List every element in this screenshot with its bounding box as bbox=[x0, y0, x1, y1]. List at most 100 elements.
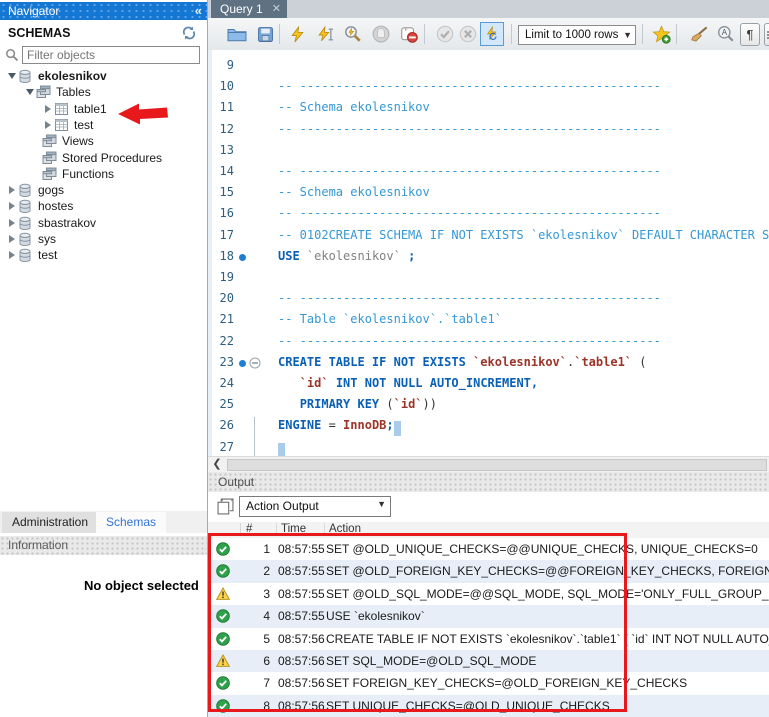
code-line[interactable]: 17-- 0102CREATE SCHEMA IF NOT EXISTS `ek… bbox=[208, 228, 769, 245]
code-line[interactable]: 21-- Table `ekolesnikov`.`table1` bbox=[208, 312, 769, 329]
code-line[interactable]: 13 bbox=[208, 143, 769, 160]
explain-button[interactable] bbox=[340, 21, 366, 47]
toggle-stop-on-error-button[interactable] bbox=[396, 21, 422, 47]
code-line[interactable]: 25 PRIMARY KEY (`id`)) bbox=[208, 397, 769, 414]
save-button[interactable] bbox=[252, 21, 278, 47]
expand-arrow-icon[interactable] bbox=[24, 89, 36, 95]
open-file-button[interactable] bbox=[224, 21, 250, 47]
execute-button[interactable] bbox=[284, 21, 310, 47]
rollback-button[interactable] bbox=[455, 21, 481, 47]
code-line[interactable]: 24 `id` INT NOT NULL AUTO_INCREMENT, bbox=[208, 376, 769, 393]
close-icon[interactable]: ✕ bbox=[272, 0, 281, 18]
tree-item-sys[interactable]: sys bbox=[0, 231, 213, 247]
code-line[interactable]: 20-- -----------------------------------… bbox=[208, 291, 769, 308]
output-row[interactable]: 108:57:55SET @OLD_UNIQUE_CHECKS=@@UNIQUE… bbox=[208, 538, 769, 560]
refresh-schemas-icon[interactable] bbox=[181, 25, 197, 41]
row-time: 08:57:56 bbox=[278, 654, 325, 668]
output-row[interactable]: 408:57:55USE `ekolesnikov` bbox=[208, 605, 769, 627]
code-line[interactable]: 18USE `ekolesnikov` ; bbox=[208, 249, 769, 266]
collapse-panel-icon[interactable]: « bbox=[195, 2, 202, 20]
output-row[interactable]: 308:57:55SET @OLD_SQL_MODE=@@SQL_MODE, S… bbox=[208, 583, 769, 605]
tree-item-gogs[interactable]: gogs bbox=[0, 182, 213, 198]
output-row[interactable]: 708:57:56SET FOREIGN_KEY_CHECKS=@OLD_FOR… bbox=[208, 672, 769, 694]
line-number: 20 bbox=[208, 291, 234, 305]
toolbar-separator bbox=[642, 24, 643, 44]
sql-editor-toolbar: Limit to 1000 rows ▼ A ¶ bbox=[208, 18, 769, 51]
code-line[interactable]: 14-- -----------------------------------… bbox=[208, 164, 769, 181]
tree-item-label: test bbox=[35, 248, 57, 262]
expand-arrow-icon[interactable] bbox=[6, 219, 18, 227]
query-tab-label: Query 1 bbox=[220, 2, 263, 16]
code-text: -- Table `ekolesnikov`.`table1` bbox=[278, 312, 502, 326]
code-text: -- -------------------------------------… bbox=[278, 206, 661, 220]
statement-marker-icon bbox=[239, 360, 246, 367]
filter-objects-input[interactable] bbox=[22, 46, 200, 64]
expand-arrow-icon[interactable] bbox=[6, 186, 18, 194]
tree-item-ekolesnikov[interactable]: ekolesnikov bbox=[0, 68, 213, 84]
code-line[interactable]: 12-- -----------------------------------… bbox=[208, 122, 769, 139]
code-line[interactable]: 11-- Schema ekolesnikov bbox=[208, 100, 769, 117]
expand-arrow-icon[interactable] bbox=[6, 73, 18, 79]
tab-schemas[interactable]: Schemas bbox=[96, 512, 166, 533]
tree-item-sbastrakov[interactable]: sbastrakov bbox=[0, 215, 213, 231]
show-invisibles-button[interactable]: ¶ bbox=[740, 23, 760, 46]
tree-item-label: sys bbox=[35, 232, 56, 246]
output-view-selector[interactable]: Action Output ▼ bbox=[239, 496, 391, 517]
expand-arrow-icon[interactable] bbox=[6, 235, 18, 243]
code-text: CREATE TABLE IF NOT EXISTS `ekolesnikov`… bbox=[278, 355, 646, 369]
code-line[interactable]: 16-- -----------------------------------… bbox=[208, 206, 769, 223]
column-time[interactable]: Time bbox=[281, 523, 306, 535]
code-line[interactable]: 27 bbox=[208, 440, 769, 456]
expand-arrow-icon[interactable] bbox=[42, 105, 54, 113]
scrollbar-thumb[interactable] bbox=[227, 459, 767, 471]
tree-item-hostes[interactable]: hostes bbox=[0, 198, 213, 214]
column-number[interactable]: # bbox=[246, 523, 252, 535]
code-text: -- 0102CREATE SCHEMA IF NOT EXISTS `ekol… bbox=[278, 228, 769, 242]
column-divider bbox=[240, 523, 241, 536]
success-icon bbox=[216, 699, 230, 713]
row-time: 08:57:55 bbox=[278, 542, 325, 556]
editor-horizontal-scrollbar[interactable]: ❮ bbox=[208, 456, 769, 473]
code-line[interactable]: 10-- -----------------------------------… bbox=[208, 79, 769, 96]
output-grid-header: # Time Action bbox=[208, 522, 769, 539]
tree-item-test[interactable]: test bbox=[0, 247, 213, 263]
code-line[interactable]: 9 bbox=[208, 58, 769, 75]
column-action[interactable]: Action bbox=[329, 523, 361, 535]
code-text: -- -------------------------------------… bbox=[278, 79, 661, 93]
limit-rows-dropdown[interactable]: Limit to 1000 rows ▼ bbox=[518, 25, 636, 45]
toggle-autocommit-button[interactable] bbox=[480, 22, 504, 46]
row-action: SET @OLD_FOREIGN_KEY_CHECKS=@@FOREIGN_KE… bbox=[326, 564, 769, 578]
output-row[interactable]: 2 08:57:55SET @OLD_FOREIGN_KEY_CHECKS=@@F… bbox=[208, 560, 769, 582]
navigator-panel-header[interactable]: Navigator « bbox=[0, 2, 207, 20]
tab-query-1[interactable]: Query 1 ✕ bbox=[211, 0, 287, 18]
expand-arrow-icon[interactable] bbox=[6, 202, 18, 210]
expand-arrow-icon[interactable] bbox=[6, 251, 18, 259]
row-time: 08:57:56 bbox=[278, 676, 325, 690]
code-line[interactable]: 19 bbox=[208, 270, 769, 287]
output-row[interactable]: 608:57:56SET SQL_MODE=@OLD_SQL_MODE bbox=[208, 650, 769, 672]
row-action: SET UNIQUE_CHECKS=@OLD_UNIQUE_CHECKS bbox=[326, 699, 610, 713]
beautify-button[interactable] bbox=[686, 21, 712, 47]
row-number: 2 bbox=[238, 564, 270, 578]
save-snippet-button[interactable] bbox=[648, 21, 674, 47]
stop-button[interactable] bbox=[368, 21, 394, 47]
tab-administration[interactable]: Administration bbox=[2, 512, 98, 533]
row-number: 6 bbox=[238, 654, 270, 668]
tree-item-tables[interactable]: Tables bbox=[0, 84, 231, 100]
execute-current-statement-button[interactable] bbox=[312, 21, 338, 47]
code-line[interactable]: 23CREATE TABLE IF NOT EXISTS `ekolesniko… bbox=[208, 355, 769, 372]
output-row[interactable]: 508:57:56CREATE TABLE IF NOT EXISTS `eko… bbox=[208, 628, 769, 650]
scroll-left-icon[interactable]: ❮ bbox=[210, 459, 224, 471]
code-line[interactable]: 26ENGINE = InnoDB; bbox=[208, 418, 769, 435]
row-time: 08:57:55 bbox=[278, 587, 325, 601]
expand-arrow-icon[interactable] bbox=[42, 121, 54, 129]
code-line[interactable]: 15-- Schema ekolesnikov bbox=[208, 185, 769, 202]
tree-item-label: gogs bbox=[35, 183, 64, 197]
code-line[interactable]: 22-- -----------------------------------… bbox=[208, 334, 769, 351]
output-row[interactable]: 808:57:56SET UNIQUE_CHECKS=@OLD_UNIQUE_C… bbox=[208, 695, 769, 717]
wrap-text-button[interactable] bbox=[764, 23, 769, 46]
fold-icon[interactable] bbox=[249, 357, 261, 369]
row-time: 08:57:55 bbox=[278, 564, 325, 578]
find-button[interactable]: A bbox=[713, 21, 739, 47]
sql-code-editor[interactable]: 9 10-- ----------------------------------… bbox=[208, 50, 769, 456]
